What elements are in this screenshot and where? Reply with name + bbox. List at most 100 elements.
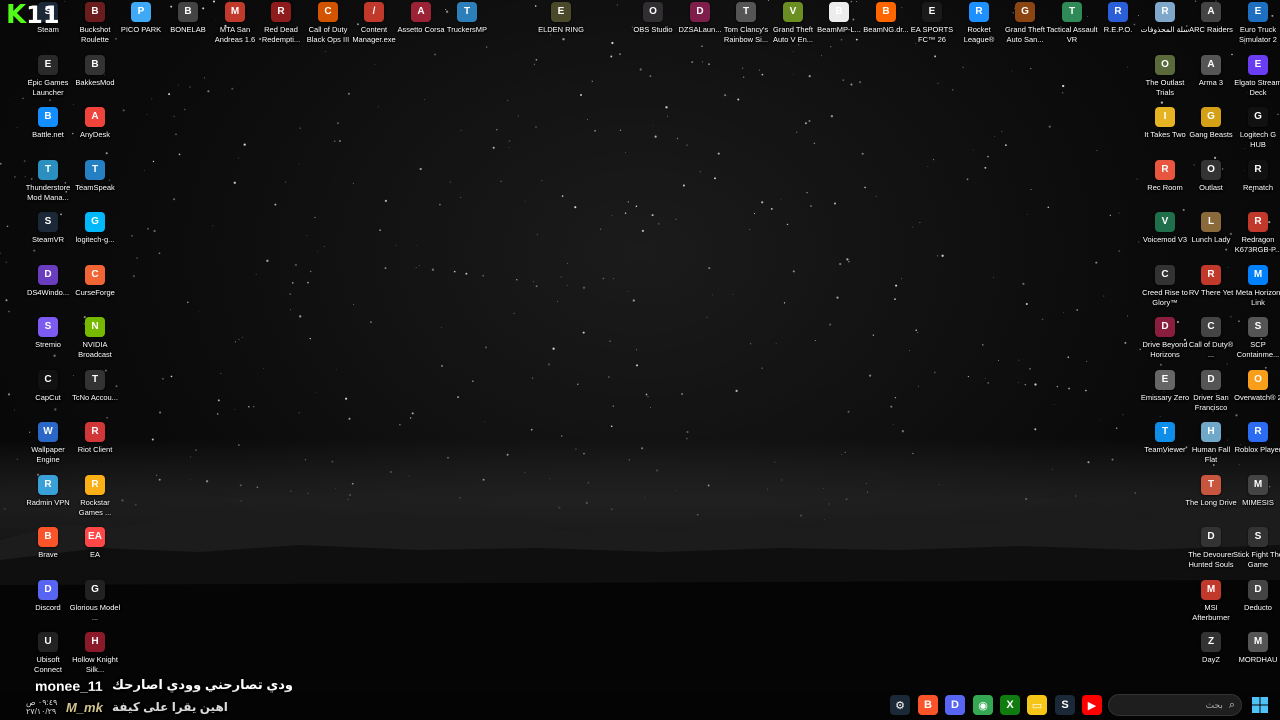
desktop-shortcut-glorious-model[interactable]: G Glorious Model ...	[70, 580, 120, 632]
desktop-shortcut-ea-sports-fc-26[interactable]: E EA SPORTS FC™ 26	[908, 2, 956, 54]
desktop-shortcut-ea[interactable]: EA EA	[71, 527, 119, 579]
desktop-shortcut-obs-studio[interactable]: O OBS Studio	[629, 2, 677, 54]
desktop-shortcut-r-e-p-o[interactable]: R R.E.P.O.	[1094, 2, 1142, 54]
desktop-shortcut-it-takes-two[interactable]: I It Takes Two	[1141, 107, 1189, 159]
desktop-shortcut-discord[interactable]: D Discord	[24, 580, 72, 632]
desktop-shortcut-call-of-duty[interactable]: C Call of Duty® ...	[1187, 317, 1235, 369]
desktop-shortcut-wallpaper-engine[interactable]: W Wallpaper Engine	[24, 422, 72, 474]
desktop-shortcut-lunch-lady[interactable]: L Lunch Lady	[1187, 212, 1235, 264]
steam-tray-icon[interactable]: ⚙	[890, 695, 910, 715]
desktop-shortcut-emissary-zero[interactable]: E Emissary Zero	[1141, 370, 1189, 422]
desktop-shortcut-label: Riot Client	[77, 445, 113, 454]
capcut-icon: C	[38, 370, 58, 390]
desktop-shortcut-label: SteamVR	[31, 235, 65, 244]
desktop-shortcut-roblox-player[interactable]: R Roblox Player	[1234, 422, 1280, 474]
desktop-shortcut-mordhau[interactable]: M MORDHAU	[1234, 632, 1280, 684]
desktop-shortcut-truckersmp[interactable]: T TruckersMP	[443, 2, 491, 54]
xbox-taskbar-icon[interactable]: X	[1000, 695, 1020, 715]
taskbar-clock[interactable]: ٠٩:٤٩ ص ٢٧/١٠/٢٩	[26, 698, 57, 716]
chrome-taskbar-icon[interactable]: ◉	[973, 695, 993, 715]
desktop-shortcut-rematch[interactable]: R Rematch	[1234, 160, 1280, 212]
brave-taskbar-icon[interactable]: B	[918, 695, 938, 715]
desktop-shortcut-capcut[interactable]: C CapCut	[24, 370, 72, 422]
pico-park-icon: P	[131, 2, 151, 22]
discord-taskbar-icon[interactable]: D	[945, 695, 965, 715]
desktop-shortcut-call-of-duty-black-ops-iii[interactable]: C Call of Duty Black Ops III	[304, 2, 352, 54]
desktop-shortcut-euro-truck-simulator-2[interactable]: E Euro Truck Simulator 2	[1234, 2, 1280, 54]
desktop-shortcut-epic-games-launcher[interactable]: E Epic Games Launcher	[24, 55, 72, 107]
desktop-shortcut-riot-client[interactable]: R Riot Client	[71, 422, 119, 474]
desktop-shortcut-pico-park[interactable]: P PICO PARK	[117, 2, 165, 54]
start-button[interactable]	[1250, 695, 1270, 715]
desktop-shortcut-outlast[interactable]: O Outlast	[1187, 160, 1235, 212]
desktop-shortcut-deducto[interactable]: D Deducto	[1234, 580, 1280, 632]
desktop-shortcut-ubisoft-connect[interactable]: U Ubisoft Connect	[24, 632, 72, 684]
desktop-shortcut-tcno-accou[interactable]: T TcNo Accou...	[71, 370, 119, 422]
desktop-shortcut-msi-afterburner[interactable]: M MSI Afterburner	[1187, 580, 1235, 632]
desktop-shortcut-grand-theft-auto-san[interactable]: G Grand Theft Auto San...	[1001, 2, 1049, 54]
desktop-shortcut-assetto-corsa[interactable]: A Assetto Corsa	[397, 2, 445, 54]
file-explorer-taskbar-icon[interactable]: ▭	[1027, 695, 1047, 715]
desktop-shortcut-voicemod-v3[interactable]: V Voicemod V3	[1141, 212, 1189, 264]
desktop-shortcut-creed-rise-to-glory[interactable]: C Creed Rise to Glory™	[1141, 265, 1189, 317]
desktop-shortcut-radmin-vpn[interactable]: R Radmin VPN	[24, 475, 72, 527]
desktop-shortcut-rocket-league[interactable]: R Rocket League®	[955, 2, 1003, 54]
desktop-shortcut-redragon-k673rgb-p[interactable]: R Redragon K673RGB-P...	[1234, 212, 1280, 264]
desktop-shortcut-red-dead-redempti[interactable]: R Red Dead Redempti...	[257, 2, 305, 54]
desktop-shortcut-dayz[interactable]: Z DayZ	[1187, 632, 1235, 684]
taskbar-search-box[interactable]: بحث ⌕	[1108, 694, 1242, 716]
desktop-shortcut-the-outlast-trials[interactable]: O The Outlast Trials	[1141, 55, 1189, 107]
desktop-shortcut-driver-san-francisco[interactable]: D Driver San Francisco	[1187, 370, 1235, 422]
desktop-shortcut-scp-containme[interactable]: S SCP Containme...	[1234, 317, 1280, 369]
desktop-shortcut-gang-beasts[interactable]: G Gang Beasts	[1187, 107, 1235, 159]
rec-room-icon: R	[1155, 160, 1175, 180]
desktop-shortcut-curseforge[interactable]: C CurseForge	[71, 265, 119, 317]
desktop-shortcut-rockstar-games[interactable]: R Rockstar Games ...	[71, 475, 119, 527]
desktop-shortcut-mimesis[interactable]: M MIMESIS	[1234, 475, 1280, 527]
overwatch-2-icon: O	[1248, 370, 1268, 390]
desktop-shortcut-the-long-drive[interactable]: T The Long Drive	[1185, 475, 1237, 527]
desktop-shortcut-ds4windo[interactable]: D DS4Windo...	[24, 265, 72, 317]
desktop-shortcut-rv-there-yet[interactable]: R RV There Yet	[1187, 265, 1235, 317]
desktop-shortcut-mta-san-andreas-1-6[interactable]: M MTA San Andreas 1.6	[211, 2, 259, 54]
steam-taskbar-icon[interactable]: S	[1055, 695, 1075, 715]
desktop-shortcut-tactical-assault-vr[interactable]: T Tactical Assault VR	[1046, 2, 1098, 54]
desktop-shortcut-stremio[interactable]: S Stremio	[24, 317, 72, 369]
desktop-shortcut-arma-3[interactable]: A Arma 3	[1187, 55, 1235, 107]
desktop-shortcut-teamviewer[interactable]: T TeamViewer	[1141, 422, 1189, 474]
desktop-shortcut-rec-room[interactable]: R Rec Room	[1141, 160, 1189, 212]
desktop-shortcut-nvidia-broadcast[interactable]: N NVIDIA Broadcast	[71, 317, 119, 369]
desktop-shortcut-bakkesmod[interactable]: B BakkesMod	[71, 55, 119, 107]
desktop-shortcut-label: ARC Raiders	[1189, 25, 1233, 34]
desktop-shortcut-anydesk[interactable]: A AnyDesk	[71, 107, 119, 159]
desktop-shortcut-arc-raiders[interactable]: A ARC Raiders	[1187, 2, 1235, 54]
desktop-shortcut-bonelab[interactable]: B BONELAB	[164, 2, 212, 54]
desktop-shortcut-overwatch-2[interactable]: O Overwatch® 2	[1234, 370, 1280, 422]
desktop-shortcut-label: Euro Truck Simulator 2	[1239, 25, 1277, 44]
desktop-shortcut-battle-net[interactable]: B Battle.net	[24, 107, 72, 159]
desktop-shortcut-stick-fight-the-game[interactable]: S Stick Fight The Game	[1233, 527, 1280, 579]
desktop-shortcut-meta-horizon-link[interactable]: M Meta Horizon Link	[1234, 265, 1280, 317]
desktop-shortcut-steamvr[interactable]: S SteamVR	[24, 212, 72, 264]
desktop-shortcut-grand-theft-auto-v-en[interactable]: V Grand Theft Auto V En...	[769, 2, 817, 54]
desktop-shortcut-content-manager-exe[interactable]: / Content Manager.exe	[350, 2, 398, 54]
desktop-shortcut-brave[interactable]: B Brave	[24, 527, 72, 579]
desktop-shortcut-logitech-g[interactable]: Glogitech-g...	[71, 212, 119, 264]
desktop-shortcut-beammp-l[interactable]: B BeamMP-L...	[815, 2, 863, 54]
desktop-shortcut-logitech-g-hub[interactable]: G Logitech G HUB	[1234, 107, 1280, 159]
desktop-shortcut-drive-beyond-horizons[interactable]: D Drive Beyond Horizons	[1141, 317, 1189, 369]
desktop-shortcut-elgato-stream-deck[interactable]: E Elgato Stream Deck	[1234, 55, 1280, 107]
desktop-shortcut-thunderstore-mod-mana[interactable]: T Thunderstore Mod Mana...	[24, 160, 72, 212]
youtube-taskbar-icon[interactable]: ▶	[1082, 695, 1102, 715]
desktop-shortcut-label: Red Dead Redempti...	[261, 25, 301, 44]
desktop-shortcut-item-22[interactable]: R سلة المحذوفات	[1141, 2, 1189, 54]
desktop-shortcut-human-fall-flat[interactable]: H Human Fall Flat	[1187, 422, 1235, 474]
desktop-shortcut-elden-ring[interactable]: E ELDEN RING	[537, 2, 585, 54]
desktop-shortcut-tom-clancy-s-rainbow-si[interactable]: T Tom Clancy's Rainbow Si...	[722, 2, 770, 54]
desktop-shortcut-buckshot-roulette[interactable]: B Buckshot Roulette	[71, 2, 119, 54]
buckshot-roulette-icon: B	[85, 2, 105, 22]
desktop-shortcut-dzsalaun[interactable]: D DZSALaun...	[676, 2, 724, 54]
desktop-shortcut-teamspeak[interactable]: T TeamSpeak	[71, 160, 119, 212]
desktop-shortcut-beamng-dr[interactable]: B BeamNG.dr...	[862, 2, 910, 54]
desktop-shortcut-the-devourer-hunted-souls[interactable]: D The Devourer Hunted Souls	[1187, 527, 1235, 579]
